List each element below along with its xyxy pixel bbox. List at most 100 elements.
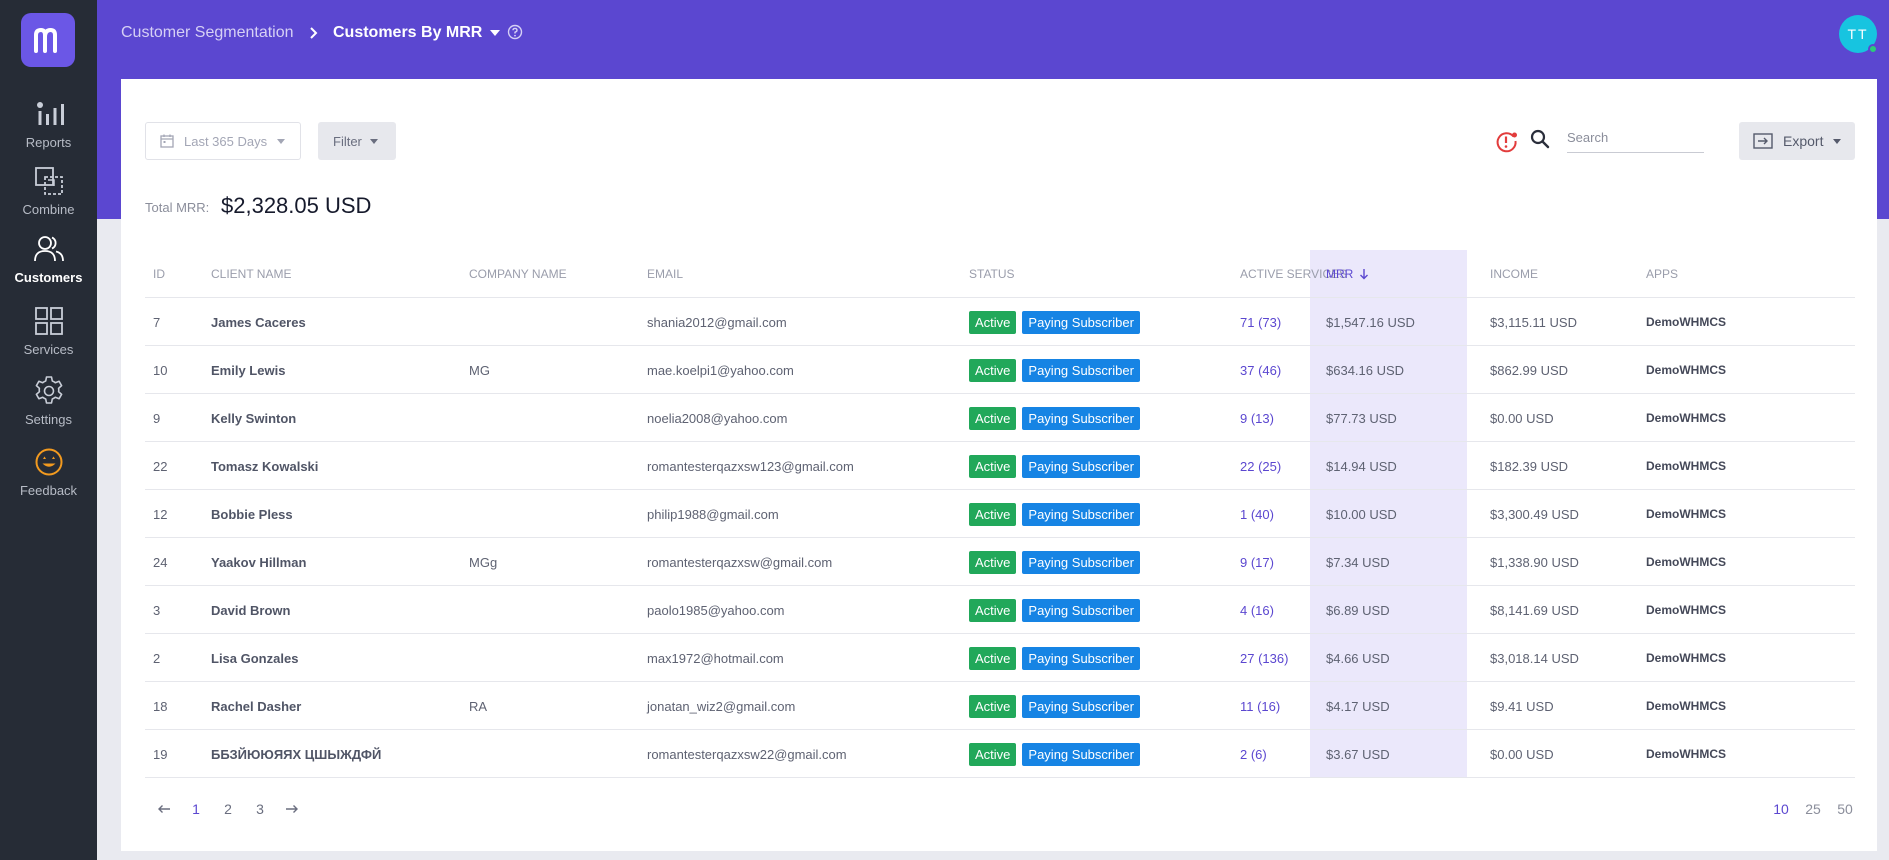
column-header-company-name[interactable]: COMPANY NAME bbox=[469, 250, 567, 298]
search-input[interactable] bbox=[1567, 123, 1704, 153]
cell-apps: DemoWHMCS bbox=[1646, 411, 1726, 425]
cell-client-name[interactable]: Emily Lewis bbox=[211, 346, 285, 394]
status-badge-active: Active bbox=[969, 502, 1017, 526]
sidebar-item-services[interactable]: Services bbox=[0, 305, 97, 357]
table-row[interactable]: 24 Yaakov Hillman MGg romantesterqazxsw@gma… bbox=[145, 538, 1855, 586]
column-header-email[interactable]: EMAIL bbox=[647, 250, 683, 298]
cell-apps: DemoWHMCS bbox=[1646, 651, 1726, 665]
filter-button[interactable]: Filter bbox=[318, 122, 396, 160]
status-badge-paying-subscriber: Paying Subscriber bbox=[1022, 742, 1140, 766]
bar-chart-icon bbox=[36, 102, 64, 125]
logo-icon bbox=[34, 27, 57, 53]
cell-id: 3 bbox=[153, 602, 161, 618]
sidebar-item-label: Services bbox=[23, 342, 74, 357]
customers-card: Last 365 Days Filter Export Total MRR: $… bbox=[121, 79, 1877, 851]
search-icon[interactable] bbox=[1530, 129, 1550, 154]
sidebar-item-customers[interactable]: Customers bbox=[0, 233, 97, 285]
sidebar-item-feedback[interactable]: Feedback bbox=[0, 446, 97, 498]
column-header-id[interactable]: ID bbox=[153, 250, 165, 298]
column-header-status[interactable]: STATUS bbox=[969, 250, 1015, 298]
table-row[interactable]: 9 Kelly Swinton noelia2008@yahoo.com Active… bbox=[145, 394, 1855, 442]
cell-status: Active Paying Subscriber bbox=[969, 394, 1140, 442]
status-badge-paying-subscriber: Paying Subscriber bbox=[1022, 502, 1140, 526]
cell-client-name[interactable]: Bobbie Pless bbox=[211, 490, 293, 538]
breadcrumb-current[interactable]: Customers By MRR bbox=[333, 24, 501, 42]
column-header-income[interactable]: INCOME bbox=[1490, 250, 1538, 298]
table-body: 7 James Caceres shania2012@gmail.com Active… bbox=[145, 298, 1855, 778]
cell-id: 2 bbox=[153, 650, 161, 666]
table-row[interactable]: 7 James Caceres shania2012@gmail.com Active… bbox=[145, 298, 1855, 346]
cell-status: Active Paying Subscriber bbox=[969, 298, 1140, 346]
breadcrumb-parent[interactable]: Customer Segmentation bbox=[121, 24, 294, 42]
cell-email: noelia2008@yahoo.com bbox=[647, 410, 788, 426]
sort-desc-arrow-icon bbox=[1360, 269, 1369, 280]
cell-active-services-link[interactable]: 71 (73) bbox=[1240, 298, 1281, 346]
caret-down-icon bbox=[490, 30, 501, 36]
prev-page-arrow-icon[interactable] bbox=[148, 804, 180, 814]
cell-mrr: $6.89 USD bbox=[1326, 602, 1390, 618]
page-link-3[interactable]: 3 bbox=[244, 801, 276, 817]
table-row[interactable]: 19 ББЗЙЮЮЯЯХ ЦШЫЖДФЙ romantesterqazxsw22@g… bbox=[145, 730, 1855, 778]
cell-active-services-link[interactable]: 1 (40) bbox=[1240, 490, 1274, 538]
cell-active-services-link[interactable]: 22 (25) bbox=[1240, 442, 1281, 490]
cell-mrr: $4.66 USD bbox=[1326, 650, 1390, 666]
app-logo[interactable] bbox=[21, 13, 75, 67]
sidebar-item-settings[interactable]: Settings bbox=[0, 375, 97, 427]
status-badge-active: Active bbox=[969, 694, 1017, 718]
column-header-client-name[interactable]: CLIENT NAME bbox=[211, 250, 291, 298]
cell-active-services-link[interactable]: 9 (17) bbox=[1240, 538, 1274, 586]
cell-active-services-link[interactable]: 4 (16) bbox=[1240, 586, 1274, 634]
cell-mrr: $634.16 USD bbox=[1326, 362, 1405, 378]
export-button[interactable]: Export bbox=[1739, 122, 1855, 160]
table-row[interactable]: 18 Rachel Dasher RA jonatan_wiz2@gmail.com A… bbox=[145, 682, 1855, 730]
cell-apps: DemoWHMCS bbox=[1646, 555, 1726, 569]
cell-id: 12 bbox=[153, 506, 168, 522]
page-link-2[interactable]: 2 bbox=[212, 801, 244, 817]
cell-apps: DemoWHMCS bbox=[1646, 363, 1726, 377]
cell-client-name[interactable]: David Brown bbox=[211, 586, 290, 634]
cell-client-name[interactable]: Tomasz Kowalski bbox=[211, 442, 318, 490]
column-header-mrr[interactable]: MRR bbox=[1326, 250, 1369, 298]
cell-status: Active Paying Subscriber bbox=[969, 442, 1140, 490]
alert-icon[interactable] bbox=[1495, 130, 1519, 159]
cell-client-name[interactable]: Rachel Dasher bbox=[211, 682, 301, 730]
export-icon bbox=[1753, 133, 1773, 149]
table-row[interactable]: 12 Bobbie Pless philip1988@gmail.com Active… bbox=[145, 490, 1855, 538]
cell-id: 18 bbox=[153, 698, 168, 714]
page-size-10[interactable]: 10 bbox=[1765, 801, 1797, 817]
cell-active-services-link[interactable]: 37 (46) bbox=[1240, 346, 1281, 394]
cell-status: Active Paying Subscriber bbox=[969, 634, 1140, 682]
sidebar-item-label: Settings bbox=[25, 412, 72, 427]
status-badge-paying-subscriber: Paying Subscriber bbox=[1022, 310, 1140, 334]
next-page-arrow-icon[interactable] bbox=[276, 804, 308, 814]
cell-client-name[interactable]: Yaakov Hillman bbox=[211, 538, 306, 586]
export-label: Export bbox=[1783, 133, 1824, 149]
cell-active-services-link[interactable]: 9 (13) bbox=[1240, 394, 1274, 442]
date-range-picker[interactable]: Last 365 Days bbox=[145, 122, 301, 160]
cell-client-name[interactable]: ББЗЙЮЮЯЯХ ЦШЫЖДФЙ bbox=[211, 730, 381, 778]
table-row[interactable]: 22 Tomasz Kowalski romantesterqazxsw123@gm… bbox=[145, 442, 1855, 490]
cell-active-services-link[interactable]: 11 (16) bbox=[1240, 682, 1280, 730]
cell-active-services-link[interactable]: 2 (6) bbox=[1240, 730, 1267, 778]
page-size-25[interactable]: 25 bbox=[1797, 801, 1829, 817]
cell-client-name[interactable]: Lisa Gonzales bbox=[211, 634, 298, 682]
cell-apps: DemoWHMCS bbox=[1646, 315, 1726, 329]
sidebar-item-combine[interactable]: Combine bbox=[0, 165, 97, 217]
table-row[interactable]: 10 Emily Lewis MG mae.koelpi1@yahoo.com Acti… bbox=[145, 346, 1855, 394]
sidebar-item-label: Combine bbox=[22, 202, 75, 217]
table-row[interactable]: 3 David Brown paolo1985@yahoo.com Active Pay… bbox=[145, 586, 1855, 634]
total-mrr-label: Total MRR: bbox=[145, 200, 210, 215]
cell-client-name[interactable]: James Caceres bbox=[211, 298, 306, 346]
page-link-1[interactable]: 1 bbox=[180, 801, 212, 817]
breadcrumb-current-label: Customers By MRR bbox=[333, 24, 483, 41]
status-badge-active: Active bbox=[969, 454, 1017, 478]
cell-client-name[interactable]: Kelly Swinton bbox=[211, 394, 296, 442]
sidebar-item-reports[interactable]: Reports bbox=[0, 98, 97, 150]
column-header-apps[interactable]: APPS bbox=[1646, 250, 1678, 298]
cell-apps: DemoWHMCS bbox=[1646, 507, 1726, 521]
page-size-50[interactable]: 50 bbox=[1829, 801, 1861, 817]
cell-email: mae.koelpi1@yahoo.com bbox=[647, 362, 794, 378]
table-row[interactable]: 2 Lisa Gonzales max1972@hotmail.com Active P… bbox=[145, 634, 1855, 682]
cell-active-services-link[interactable]: 27 (136) bbox=[1240, 634, 1288, 682]
help-icon[interactable] bbox=[507, 24, 523, 45]
